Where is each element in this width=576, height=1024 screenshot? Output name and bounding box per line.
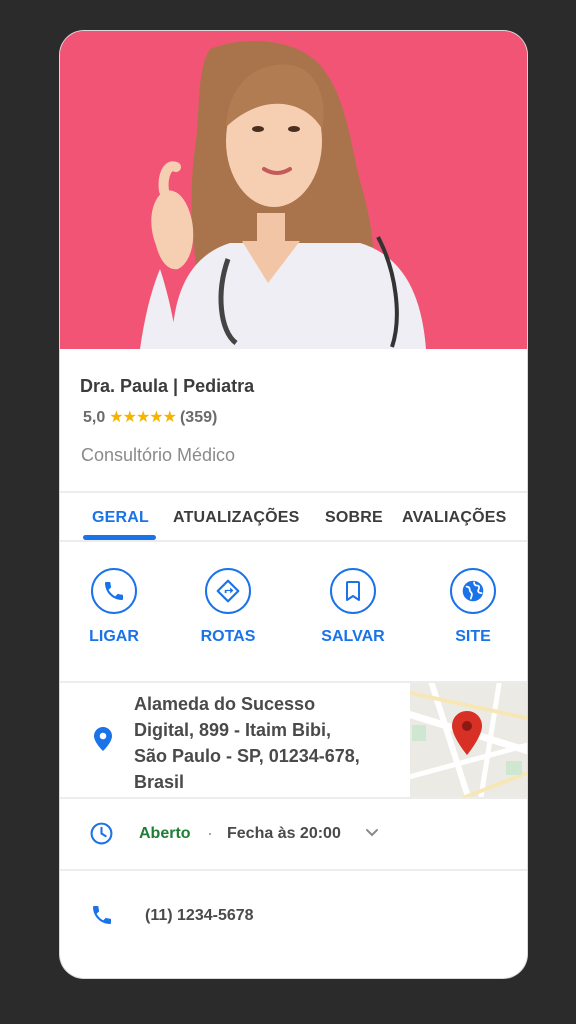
location-pin-icon bbox=[94, 727, 112, 751]
bookmark-icon bbox=[330, 568, 376, 614]
tab-geral[interactable]: GERAL bbox=[92, 509, 149, 527]
rating-row[interactable]: 5,0 ★★★★★ (359) bbox=[83, 407, 217, 427]
phone-number[interactable]: (11) 1234-5678 bbox=[145, 907, 254, 925]
phone-row[interactable]: (11) 1234-5678 bbox=[60, 871, 527, 978]
separator-dot: · bbox=[207, 823, 213, 843]
hours-row[interactable]: Aberto · Fecha às 20:00 bbox=[60, 799, 527, 869]
profile-photo bbox=[60, 31, 527, 349]
phone-icon bbox=[91, 568, 137, 614]
address-text: Alameda do Sucesso Digital, 899 - Itaim … bbox=[134, 691, 414, 795]
directions-icon bbox=[205, 568, 251, 614]
address-line: Brasil bbox=[134, 772, 185, 792]
directions-button[interactable]: ROTAS bbox=[183, 568, 273, 646]
address-row[interactable]: Alameda do Sucesso Digital, 899 - Itaim … bbox=[60, 683, 527, 797]
globe-icon bbox=[450, 568, 496, 614]
tab-bar: GERAL ATUALIZAÇÕES SOBRE AVALIAÇÕES bbox=[60, 493, 527, 541]
address-line: Digital, 899 - Itaim Bibi, bbox=[134, 720, 332, 740]
action-buttons: LIGAR ROTAS SALVAR SITE bbox=[60, 543, 527, 681]
save-label: SALVAR bbox=[321, 628, 385, 645]
address-line: Alameda do Sucesso bbox=[134, 694, 316, 714]
tab-atualizacoes[interactable]: ATUALIZAÇÕES bbox=[173, 509, 300, 527]
website-label: SITE bbox=[455, 628, 491, 645]
phone-icon bbox=[93, 906, 111, 924]
chevron-down-icon[interactable] bbox=[365, 828, 379, 838]
save-button[interactable]: SALVAR bbox=[308, 568, 398, 646]
tab-sobre[interactable]: SOBRE bbox=[325, 509, 383, 527]
tab-avaliacoes[interactable]: AVALIAÇÕES bbox=[402, 509, 507, 527]
clock-icon bbox=[90, 822, 113, 845]
map-thumbnail[interactable] bbox=[410, 683, 527, 797]
business-category: Consultório Médico bbox=[81, 445, 236, 465]
profile-info: Dra. Paula | Pediatra 5,0 ★★★★★ (359) Cons… bbox=[60, 349, 527, 491]
open-status: Aberto bbox=[139, 825, 191, 842]
rating-value: 5,0 bbox=[83, 409, 106, 426]
directions-label: ROTAS bbox=[200, 628, 256, 645]
business-name: Dra. Paula | Pediatra bbox=[80, 376, 255, 396]
address-line: São Paulo - SP, 01234-678, bbox=[134, 746, 360, 766]
business-profile-card: Dra. Paula | Pediatra 5,0 ★★★★★ (359) Cons… bbox=[60, 31, 527, 978]
review-count[interactable]: (359) bbox=[180, 409, 217, 426]
divider bbox=[60, 540, 527, 542]
call-label: LIGAR bbox=[89, 628, 139, 645]
website-button[interactable]: SITE bbox=[428, 568, 518, 646]
call-button[interactable]: LIGAR bbox=[69, 568, 159, 646]
rating-stars-icon: ★★★★★ bbox=[109, 409, 177, 426]
closing-time: Fecha às 20:00 bbox=[227, 825, 341, 842]
